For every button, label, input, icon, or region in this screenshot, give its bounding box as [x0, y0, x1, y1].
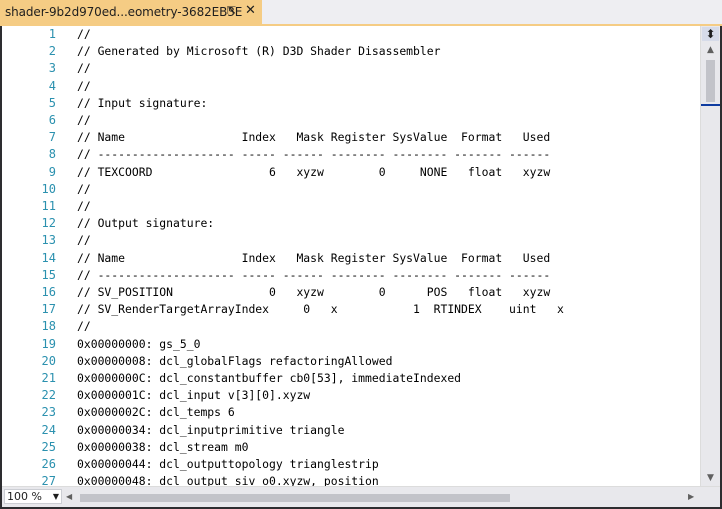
code-line[interactable]: //: [77, 78, 91, 95]
code-line[interactable]: //: [77, 232, 91, 249]
caret-position-marker: [701, 104, 720, 106]
line-number: 3: [48, 61, 56, 76]
line-number: 24: [41, 422, 56, 437]
code-line[interactable]: 0x00000044: dcl_outputtopology triangles…: [77, 456, 379, 473]
code-line[interactable]: // SV_RenderTargetArrayIndex 0 x 1 RTIND…: [77, 301, 564, 318]
code-line[interactable]: //: [77, 60, 91, 77]
document-tab[interactable]: shader-9b2d970ed...eometry-3682EB3E ⇱ ✕: [0, 0, 262, 24]
line-number: 15: [41, 267, 56, 282]
zoom-dropdown[interactable]: 100 % ▼: [4, 489, 62, 504]
line-number: 5: [48, 95, 56, 110]
code-line[interactable]: //: [77, 181, 91, 198]
line-number: 20: [41, 353, 56, 368]
line-number: 23: [41, 405, 56, 420]
code-line[interactable]: 0x0000000C: dcl_constantbuffer cb0[53], …: [77, 370, 461, 387]
code-line[interactable]: 0x00000000: gs_5_0: [77, 336, 200, 353]
close-icon[interactable]: ✕: [245, 3, 256, 18]
code-line[interactable]: //: [77, 318, 91, 335]
code-line[interactable]: //: [77, 198, 91, 215]
vertical-scrollbar[interactable]: ⬍ ▲ ▼: [700, 26, 720, 486]
line-number: 9: [48, 164, 56, 179]
line-number: 8: [48, 147, 56, 162]
horizontal-scroll-thumb[interactable]: [80, 494, 510, 502]
line-number: 19: [41, 336, 56, 351]
line-number: 17: [41, 302, 56, 317]
line-number: 22: [41, 388, 56, 403]
split-window-icon[interactable]: ⬍: [702, 27, 719, 41]
line-number: 11: [41, 199, 56, 213]
line-number: 4: [48, 78, 56, 93]
line-number: 27: [41, 474, 56, 486]
code-line[interactable]: // Name Index Mask Register SysValue For…: [77, 129, 550, 146]
line-number: 7: [48, 130, 56, 145]
code-line[interactable]: // Output signature:: [77, 215, 214, 232]
chevron-down-icon[interactable]: ▼: [53, 490, 59, 503]
line-number: 10: [41, 181, 56, 196]
code-line[interactable]: // TEXCOORD 6 xyzw 0 NONE float xyzw: [77, 164, 550, 181]
line-number: 2: [48, 44, 56, 59]
code-line[interactable]: 0x00000048: dcl_output_siv o0.xyzw, posi…: [77, 473, 379, 486]
code-line[interactable]: 0x00000038: dcl_stream m0: [77, 439, 248, 456]
document-tab-strip: shader-9b2d970ed...eometry-3682EB3E ⇱ ✕: [0, 0, 722, 26]
vertical-scroll-thumb[interactable]: [706, 60, 715, 102]
code-line[interactable]: // -------------------- ----- ------ ---…: [77, 146, 550, 163]
zoom-value: 100 %: [7, 490, 42, 503]
code-line[interactable]: // Input signature:: [77, 95, 207, 112]
line-number: 12: [41, 216, 56, 231]
code-editor[interactable]: 1 2 3 4 5 6 7 8 9 10 11 12 13 14 15 16 17 18 19 20 21 22 23 24 2…: [2, 26, 720, 486]
code-line[interactable]: //: [77, 26, 91, 43]
line-number: 13: [41, 233, 56, 248]
pin-icon[interactable]: ⇱: [227, 4, 236, 17]
line-number: 6: [48, 113, 56, 127]
scroll-left-icon[interactable]: ◀: [66, 489, 76, 504]
line-number: 14: [41, 250, 56, 265]
code-line[interactable]: 0x0000001C: dcl_input v[3][0].xyzw: [77, 387, 310, 404]
line-number: 26: [41, 457, 56, 471]
editor-bottom-bar: 100 % ▼ ◀ ▶: [2, 486, 720, 507]
scroll-up-icon[interactable]: ▲: [701, 42, 720, 58]
line-number: 21: [41, 371, 56, 385]
code-line[interactable]: //: [77, 112, 91, 129]
line-number: 25: [41, 439, 56, 454]
code-line[interactable]: // -------------------- ----- ------ ---…: [77, 267, 550, 284]
scroll-right-icon[interactable]: ▶: [688, 489, 698, 504]
line-number: 18: [41, 319, 56, 334]
code-line[interactable]: // Name Index Mask Register SysValue For…: [77, 250, 550, 267]
code-line[interactable]: // SV_POSITION 0 xyzw 0 POS float xyzw: [77, 284, 550, 301]
code-line[interactable]: // Generated by Microsoft (R) D3D Shader…: [77, 43, 440, 60]
line-number-gutter: 1 2 3 4 5 6 7 8 9 10 11 12 13 14 15 16 17 18 19 20 21 22 23 24 2…: [2, 26, 60, 486]
code-line[interactable]: 0x0000002C: dcl_temps 6: [77, 404, 235, 421]
tab-title: shader-9b2d970ed...eometry-3682EB3E: [5, 5, 243, 19]
code-line[interactable]: 0x00000008: dcl_globalFlags refactoringA…: [77, 353, 392, 370]
code-line[interactable]: 0x00000034: dcl_inputprimitive triangle: [77, 422, 344, 439]
line-number: 1: [48, 27, 56, 41]
scroll-down-icon[interactable]: ▼: [701, 470, 720, 486]
line-number: 16: [41, 285, 56, 299]
